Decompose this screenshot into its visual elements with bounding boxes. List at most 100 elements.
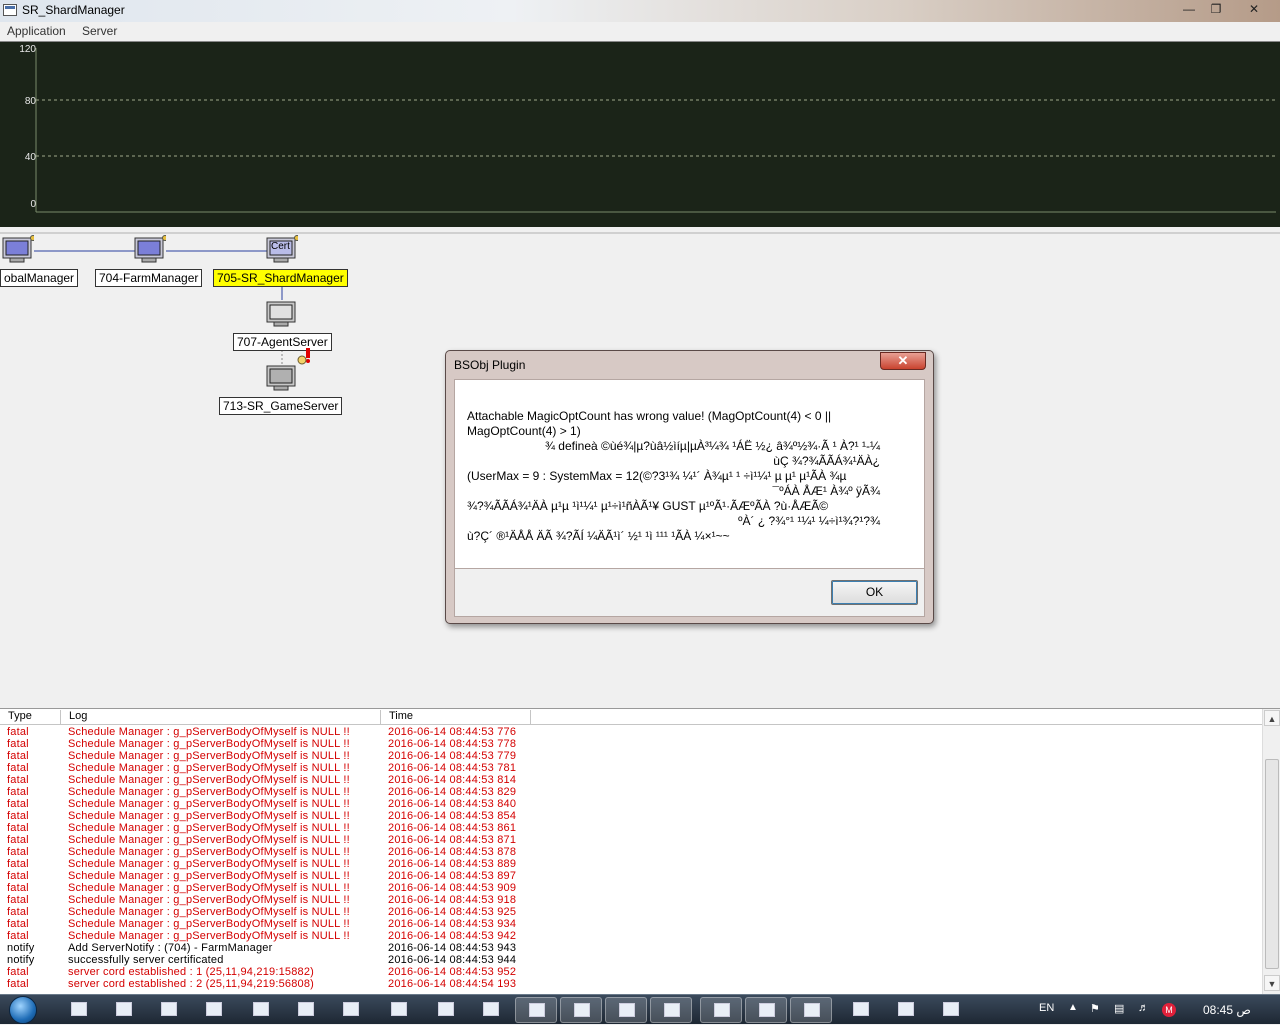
log-row[interactable]: notify Add ServerNotify : (704) - FarmMan… bbox=[0, 942, 1262, 954]
log-row[interactable]: fatal server cord established : 2 (25,11,… bbox=[0, 978, 1262, 990]
log-row[interactable]: fatal Schedule Manager : g_pServerBodyOfM… bbox=[0, 822, 1262, 834]
log-row[interactable]: fatal Schedule Manager : g_pServerBodyOfM… bbox=[0, 870, 1262, 882]
log-panel[interactable]: Type Log Time fatal Schedule Manager : g_… bbox=[0, 708, 1280, 995]
log-row[interactable]: fatal Schedule Manager : g_pServerBodyOfM… bbox=[0, 858, 1262, 870]
taskbar-app-window[interactable] bbox=[790, 997, 832, 1023]
log-cell-log: server cord established : 1 (25,11,94,21… bbox=[68, 966, 315, 978]
log-cell-time: 2016-06-14 08:44:53 918 bbox=[388, 894, 517, 906]
log-cell-type: fatal bbox=[7, 726, 29, 738]
title-bar[interactable]: SR_ShardManager — ❐ ✕ bbox=[0, 0, 1280, 22]
log-row[interactable]: fatal Schedule Manager : g_pServerBodyOfM… bbox=[0, 882, 1262, 894]
log-cell-type: fatal bbox=[7, 798, 29, 810]
dialog-close-button[interactable]: ✕ bbox=[880, 352, 926, 370]
tray-expand-icon[interactable]: ▲ bbox=[1068, 1002, 1078, 1013]
log-row[interactable]: fatal Schedule Manager : g_pServerBodyOfM… bbox=[0, 918, 1262, 930]
taskbar-app-file-manager[interactable] bbox=[58, 997, 100, 1023]
window-icon bbox=[714, 1003, 730, 1017]
language-indicator[interactable]: EN bbox=[1039, 1002, 1054, 1014]
log-cell-type: fatal bbox=[7, 774, 29, 786]
log-row[interactable]: fatal Schedule Manager : g_pServerBodyOfM… bbox=[0, 906, 1262, 918]
log-cell-log: Schedule Manager : g_pServerBodyOfMyself… bbox=[68, 786, 350, 798]
taskbar-app-tools[interactable] bbox=[148, 997, 190, 1023]
log-row[interactable]: fatal Schedule Manager : g_pServerBodyOfM… bbox=[0, 738, 1262, 750]
scroll-down-icon[interactable]: ▼ bbox=[1264, 975, 1280, 991]
taskbar-app-firefox[interactable] bbox=[103, 997, 145, 1023]
column-log[interactable]: Log bbox=[61, 710, 381, 725]
log-scrollbar[interactable]: ▲ ▼ bbox=[1262, 709, 1280, 995]
log-cell-type: fatal bbox=[7, 966, 29, 978]
file-manager-icon bbox=[71, 1002, 87, 1016]
taskbar-app-window[interactable] bbox=[560, 997, 602, 1023]
taskbar-app-photoshop[interactable] bbox=[330, 997, 372, 1023]
dialog-footer: OK bbox=[454, 569, 925, 617]
taskbar-app-chrome[interactable] bbox=[285, 997, 327, 1023]
message-line: MagOptCount(4) > 1) bbox=[467, 424, 581, 438]
log-row[interactable]: fatal Schedule Manager : g_pServerBodyOfM… bbox=[0, 750, 1262, 762]
log-row[interactable]: fatal server cord established : 1 (25,11,… bbox=[0, 966, 1262, 978]
dialog-title: BSObj Plugin bbox=[454, 358, 526, 372]
taskbar-app-window[interactable] bbox=[425, 997, 467, 1023]
window-icon bbox=[804, 1003, 820, 1017]
log-cell-time: 2016-06-14 08:44:53 778 bbox=[388, 738, 517, 750]
log-cell-log: server cord established : 2 (25,11,94,21… bbox=[68, 978, 315, 990]
log-cell-log: Schedule Manager : g_pServerBodyOfMyself… bbox=[68, 798, 350, 810]
log-cell-type: fatal bbox=[7, 858, 29, 870]
volume-icon[interactable]: ♬ bbox=[1138, 1002, 1149, 1014]
log-cell-type: notify bbox=[7, 954, 35, 966]
start-button[interactable] bbox=[4, 995, 44, 1025]
taskbar-app-window[interactable] bbox=[240, 997, 282, 1023]
node-label: 713-SR_GameServer bbox=[219, 397, 343, 415]
taskbar-app-window[interactable] bbox=[470, 997, 512, 1023]
network-icon[interactable]: ▤ bbox=[1114, 1002, 1124, 1015]
ok-button[interactable]: OK bbox=[831, 580, 918, 605]
log-row[interactable]: fatal Schedule Manager : g_pServerBodyOfM… bbox=[0, 894, 1262, 906]
taskbar-app-window[interactable] bbox=[515, 997, 557, 1023]
monitor-icon bbox=[134, 235, 166, 263]
scroll-thumb[interactable] bbox=[1265, 759, 1279, 969]
log-cell-log: Schedule Manager : g_pServerBodyOfMyself… bbox=[68, 882, 350, 894]
taskbar-app-window[interactable] bbox=[650, 997, 692, 1023]
log-row[interactable]: fatal Schedule Manager : g_pServerBodyOfM… bbox=[0, 846, 1262, 858]
flag-icon[interactable]: ⚑ bbox=[1090, 1002, 1100, 1015]
message-line: ¿ùÇ ¾?¾ÃÃÁ¾¹ÄÀ bbox=[773, 454, 880, 468]
minimize-button[interactable]: — bbox=[1176, 0, 1202, 18]
taskbar-app-window[interactable] bbox=[745, 997, 787, 1023]
log-cell-type: fatal bbox=[7, 870, 29, 882]
log-cell-time: 2016-06-14 08:44:53 934 bbox=[388, 918, 517, 930]
antivirus-icon[interactable]: M bbox=[1162, 1003, 1176, 1017]
log-cell-time: 2016-06-14 08:44:53 943 bbox=[388, 942, 517, 954]
taskbar-app-window[interactable] bbox=[605, 997, 647, 1023]
close-button[interactable]: ✕ bbox=[1236, 0, 1272, 18]
menu-application[interactable]: Application bbox=[7, 24, 66, 38]
taskbar-app-calculator[interactable] bbox=[378, 997, 420, 1023]
maximize-button[interactable]: ❐ bbox=[1203, 0, 1229, 18]
message-line: (UserMax = 9 : SystemMax = 12(©?3¹¾ ¼¹´ … bbox=[467, 469, 847, 483]
window-icon bbox=[206, 1002, 222, 1016]
column-time[interactable]: Time bbox=[381, 710, 531, 725]
taskbar-app-window[interactable] bbox=[700, 997, 742, 1023]
clock[interactable]: 08:45 ص bbox=[1203, 1003, 1251, 1017]
taskbar-app-folder[interactable] bbox=[840, 997, 882, 1023]
taskbar-app-window[interactable] bbox=[193, 997, 235, 1023]
log-row[interactable]: notify successfully server certificated 20… bbox=[0, 954, 1262, 966]
alert-icon bbox=[297, 348, 310, 365]
log-row[interactable]: fatal Schedule Manager : g_pServerBodyOfM… bbox=[0, 834, 1262, 846]
log-cell-time: 2016-06-14 08:44:53 944 bbox=[388, 954, 517, 966]
window-title: SR_ShardManager bbox=[22, 3, 125, 17]
window-icon bbox=[253, 1002, 269, 1016]
log-cell-type: fatal bbox=[7, 882, 29, 894]
menu-server[interactable]: Server bbox=[82, 24, 117, 38]
log-row[interactable]: fatal Schedule Manager : g_pServerBodyOfM… bbox=[0, 930, 1262, 942]
column-type[interactable]: Type bbox=[0, 710, 61, 725]
log-row[interactable]: fatal Schedule Manager : g_pServerBodyOfM… bbox=[0, 786, 1262, 798]
log-row[interactable]: fatal Schedule Manager : g_pServerBodyOfM… bbox=[0, 810, 1262, 822]
log-row[interactable]: fatal Schedule Manager : g_pServerBodyOfM… bbox=[0, 726, 1262, 738]
taskbar-app-notepad[interactable] bbox=[930, 997, 972, 1023]
scroll-up-icon[interactable]: ▲ bbox=[1264, 710, 1280, 726]
log-row[interactable]: fatal Schedule Manager : g_pServerBodyOfM… bbox=[0, 798, 1262, 810]
taskbar-app-cmd[interactable] bbox=[885, 997, 927, 1023]
log-cell-type: fatal bbox=[7, 930, 29, 942]
window-icon bbox=[664, 1003, 680, 1017]
log-row[interactable]: fatal Schedule Manager : g_pServerBodyOfM… bbox=[0, 762, 1262, 774]
log-row[interactable]: fatal Schedule Manager : g_pServerBodyOfM… bbox=[0, 774, 1262, 786]
